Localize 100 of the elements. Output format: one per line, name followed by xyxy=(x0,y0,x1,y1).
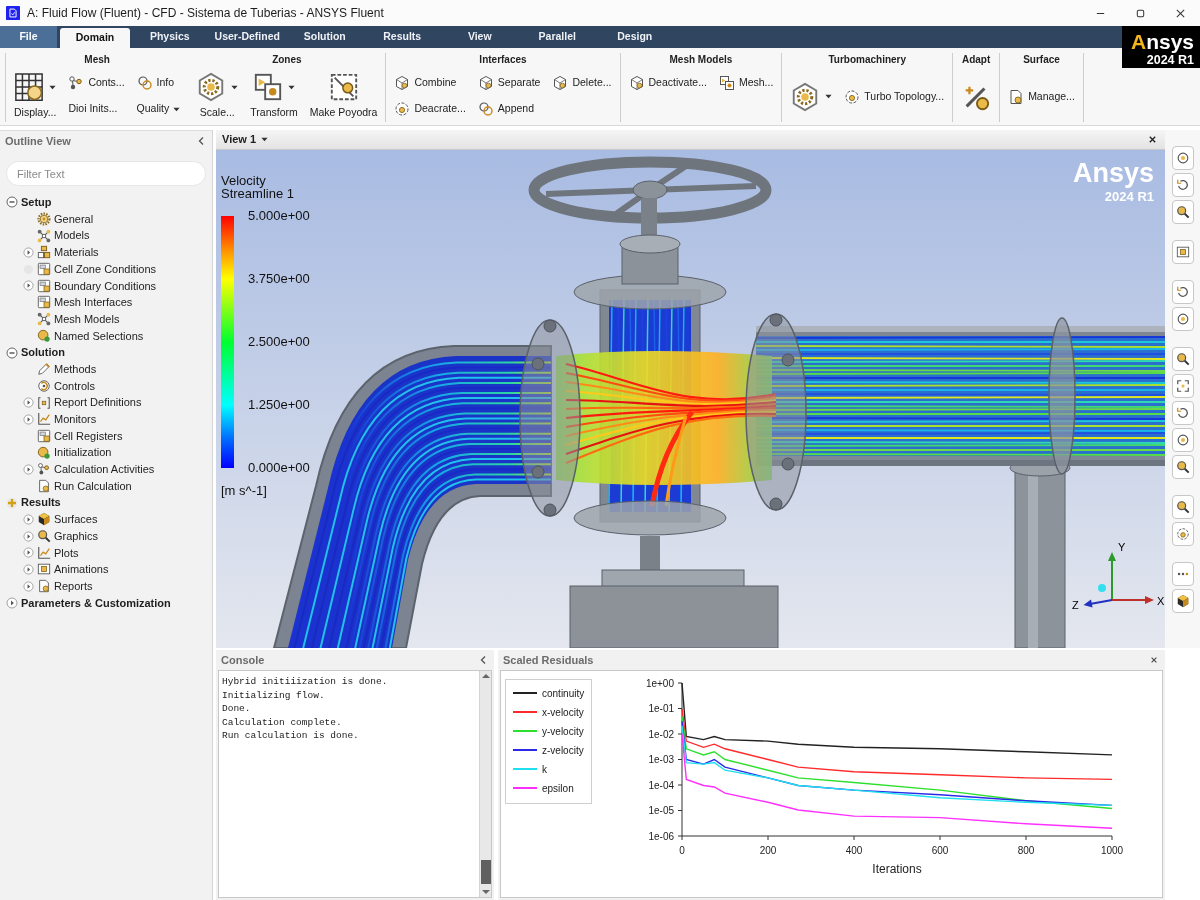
tree-item[interactable]: Cell Registers xyxy=(37,427,125,445)
rotate-icon xyxy=(1175,406,1190,420)
tree-item[interactable]: Materials xyxy=(37,244,101,261)
origin-dot-icon xyxy=(1098,584,1106,592)
view-tool-button[interactable] xyxy=(1171,455,1194,479)
ribbon-button[interactable]: Delete... xyxy=(552,74,612,92)
ribbon-tab[interactable]: Physics xyxy=(131,26,209,48)
tree-item[interactable]: Surfaces xyxy=(37,511,100,528)
ribbon-tab[interactable]: View xyxy=(441,26,519,48)
axis-tick-label: 800 xyxy=(1017,845,1035,856)
tree-item[interactable]: Mesh Models xyxy=(37,310,122,328)
tree-item[interactable]: Run Calculation xyxy=(37,477,134,495)
view-tab[interactable]: View 1 xyxy=(222,131,269,148)
ribbon-button[interactable]: Info xyxy=(136,74,181,92)
legend-label: z-velocity xyxy=(542,744,584,756)
ribbon-button[interactable]: Append xyxy=(477,100,541,118)
close-icon xyxy=(1174,7,1186,19)
scrollbar[interactable] xyxy=(479,671,491,897)
group-title: Interfaces xyxy=(479,53,527,67)
legend-label: continuity xyxy=(542,687,585,699)
legend-label: epsilon xyxy=(542,782,574,794)
ribbon-tab[interactable]: User-Defined xyxy=(208,26,286,48)
legend-title: Velocity xyxy=(221,174,266,187)
view-tool-button[interactable] xyxy=(1171,495,1194,519)
tree-item[interactable]: Results xyxy=(21,494,63,511)
axis-tick-label: 1e-02 xyxy=(648,728,674,740)
tree-item[interactable]: Setup xyxy=(21,194,54,211)
ribbon-button[interactable]: Turbo Topology... xyxy=(844,87,945,106)
logo-text: Ansys xyxy=(1072,160,1154,187)
filter-field[interactable]: Filter Text xyxy=(6,161,206,186)
document-icon xyxy=(37,479,51,494)
ribbon-tab[interactable]: Domain xyxy=(60,28,130,48)
group-title: Turbomachinery xyxy=(828,53,907,67)
group-title: Mesh Models xyxy=(669,53,733,67)
view-tool-button[interactable] xyxy=(1171,200,1194,224)
ribbon-button[interactable]: Deactivate... xyxy=(628,74,707,92)
target-icon xyxy=(1175,433,1190,447)
minus-circle-icon[interactable] xyxy=(6,196,18,209)
ribbon-button[interactable]: Display... xyxy=(14,72,57,121)
axis-tick-label: 1e-06 xyxy=(648,830,674,842)
tree-item[interactable]: Calculation Activities xyxy=(37,461,157,478)
tree-item[interactable]: Graphics xyxy=(37,527,101,545)
ribbon-button[interactable]: Deacrate... xyxy=(394,100,466,118)
chart-icon xyxy=(37,412,51,427)
tree-item[interactable]: Initialization xyxy=(37,444,114,461)
ribbon-button[interactable]: Conts... xyxy=(68,74,125,92)
chevron-left-icon xyxy=(479,655,487,665)
view-tool-button[interactable] xyxy=(1171,589,1194,613)
ribbon-button[interactable]: Mesh... xyxy=(718,74,774,92)
nodes-icon xyxy=(68,75,85,91)
panel-icon xyxy=(37,295,51,310)
tree-item[interactable]: Reports xyxy=(37,577,95,595)
console-line: Calculation complete. xyxy=(222,715,343,729)
ribbon-button[interactable]: Dioi Inits... xyxy=(68,100,125,118)
scroll-thumb[interactable] xyxy=(480,860,491,884)
ribbon-button[interactable]: Separate xyxy=(477,74,541,92)
ribbon-tab[interactable]: Design xyxy=(596,26,674,48)
ribbon-button[interactable]: Transform xyxy=(250,72,298,121)
tree-item[interactable]: Named Selections xyxy=(37,327,146,345)
tree-item[interactable]: Monitors xyxy=(37,411,99,428)
tree-item[interactable]: Parameters & Customization xyxy=(21,594,173,612)
panel-title: Scaled Residuals xyxy=(503,652,594,668)
frame-icon xyxy=(328,72,359,103)
tree-item[interactable]: Plots xyxy=(37,544,81,562)
scale-label: 5.000e+00 xyxy=(248,210,310,222)
tree-item[interactable]: Models xyxy=(37,227,92,244)
ribbon-button[interactable]: Quality xyxy=(136,100,181,118)
ribbon-button[interactable]: Combine xyxy=(394,74,466,92)
tree-item[interactable]: Report Definitions xyxy=(37,394,144,411)
tree-item[interactable]: Methods xyxy=(37,360,99,378)
ribbon-button[interactable]: Make Poyodra xyxy=(309,72,378,121)
ribbon-button[interactable] xyxy=(790,81,833,112)
view-tool-button[interactable] xyxy=(1171,347,1194,371)
pencil-icon xyxy=(37,362,51,377)
panel-title: Console xyxy=(221,652,265,668)
magnifier-icon xyxy=(1175,352,1190,366)
ribbon-tab[interactable]: Results xyxy=(363,26,441,48)
box-icon xyxy=(477,75,494,91)
tree-item[interactable]: Cell Zone Conditions xyxy=(37,260,159,278)
ribbon-button[interactable]: Manage... xyxy=(1008,87,1075,106)
tree-item[interactable]: Animations xyxy=(37,561,111,578)
tree-item[interactable]: Mesh Interfaces xyxy=(37,294,135,311)
group-title: Adapt xyxy=(961,53,991,67)
tree-item[interactable]: Controls xyxy=(37,377,97,395)
axis-tick-label: 1000 xyxy=(1100,845,1124,856)
version-text: 2024 R1 xyxy=(1103,190,1154,203)
tiles-icon xyxy=(718,75,735,91)
box-icon xyxy=(394,75,411,91)
gear-icon xyxy=(37,212,51,227)
group-title: Mesh xyxy=(84,53,110,67)
file-menu-tab[interactable]: File xyxy=(0,26,57,48)
magnifier-icon xyxy=(1175,500,1190,514)
ribbon-tab[interactable]: Solution xyxy=(286,26,364,48)
tree-item[interactable]: Boundary Conditions xyxy=(37,277,159,295)
minus-circle-icon[interactable] xyxy=(6,346,18,359)
ribbon-button[interactable]: Scale... xyxy=(196,72,239,121)
tree-item[interactable]: Solution xyxy=(21,344,67,361)
axis-tick-label: 1e-04 xyxy=(648,779,674,791)
ribbon-tab[interactable]: Parallel xyxy=(518,26,596,48)
tree-item[interactable]: General xyxy=(37,210,96,228)
